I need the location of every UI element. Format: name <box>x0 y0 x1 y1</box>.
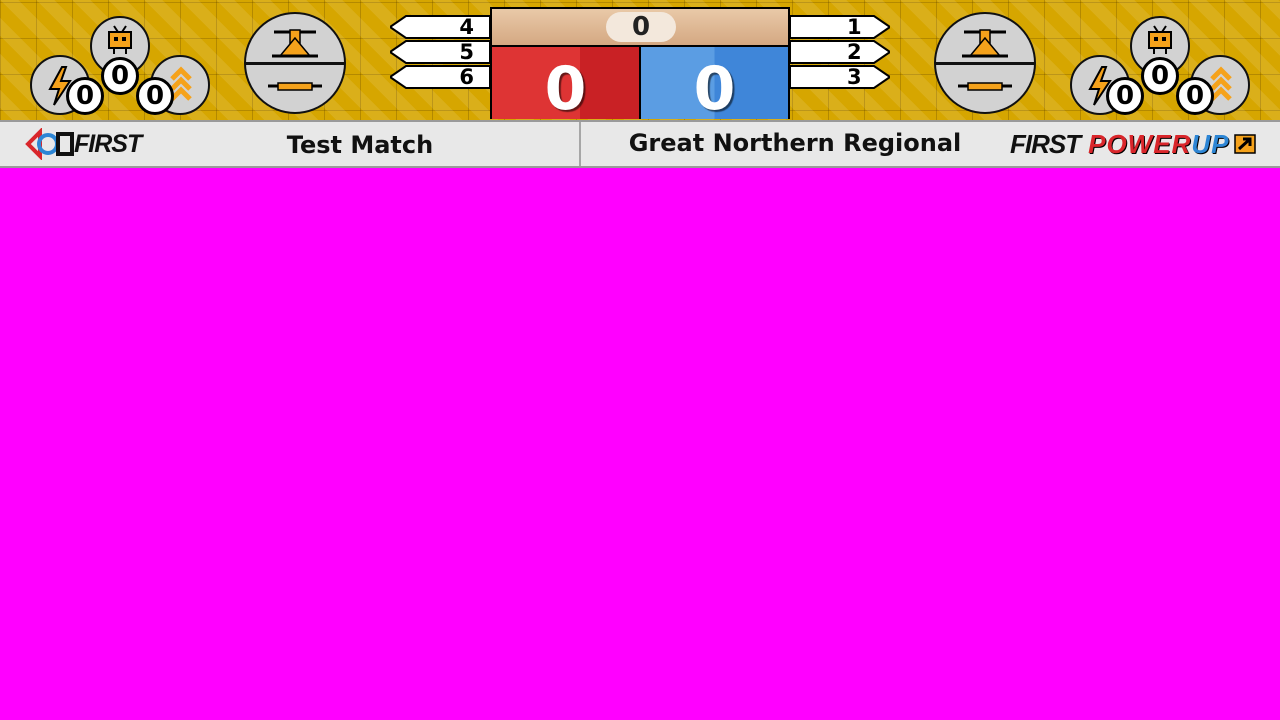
blue-team-2: 2 <box>790 40 890 64</box>
red-team-2-number: 5 <box>459 40 474 64</box>
blue-alliance-score: 0 <box>641 47 788 124</box>
blue-team-3-number: 3 <box>847 65 862 89</box>
red-levitate-count: 0 <box>136 77 174 115</box>
blue-scale-switch-indicator <box>934 12 1036 114</box>
red-force-count: 0 <box>66 77 104 115</box>
first-logo-text: FIRST <box>74 130 142 158</box>
blue-levitate-count: 0 <box>1176 77 1214 115</box>
blue-team-2-number: 2 <box>847 40 862 64</box>
timer-bar: 0 <box>492 9 788 45</box>
scale-icon <box>246 29 344 91</box>
red-team-1: 4 <box>390 15 490 39</box>
first-power-up-logo: FIRST POWERUP <box>1010 128 1260 160</box>
match-name: Test Match <box>286 131 434 159</box>
game-logo-first: FIRST <box>1010 129 1081 159</box>
scale-icon <box>936 29 1034 91</box>
score-panel: 0 0 0 <box>490 7 790 124</box>
red-team-3: 6 <box>390 65 490 89</box>
event-name: Great Northern Regional <box>628 129 962 157</box>
red-alliance-score: 0 <box>492 47 639 124</box>
red-team-3-number: 6 <box>459 65 474 89</box>
red-scale-switch-indicator <box>244 12 346 114</box>
game-logo-power: POWER <box>1088 129 1192 159</box>
match-info-bar: FIRST Test Match Great Northern Regional… <box>0 120 1280 168</box>
blue-force-count: 0 <box>1106 77 1144 115</box>
blue-team-1-number: 1 <box>847 15 862 39</box>
divider <box>579 122 581 166</box>
red-team-2: 5 <box>390 40 490 64</box>
blue-boost-count: 0 <box>1141 57 1179 95</box>
match-timer: 0 <box>606 12 676 42</box>
red-team-1-number: 4 <box>459 15 474 39</box>
red-boost-count: 0 <box>101 57 139 95</box>
arrow-up-right-icon <box>1234 134 1256 154</box>
blue-team-1: 1 <box>790 15 890 39</box>
game-logo-up: UP <box>1191 129 1230 159</box>
scoreboard-header: 0 0 0 4 5 6 0 0 0 1 2 3 0 0 0 <box>0 0 1280 124</box>
blue-team-3: 3 <box>790 65 890 89</box>
first-logo: FIRST <box>24 127 148 161</box>
chroma-key-area <box>0 168 1280 720</box>
first-logo-icon <box>25 127 74 161</box>
